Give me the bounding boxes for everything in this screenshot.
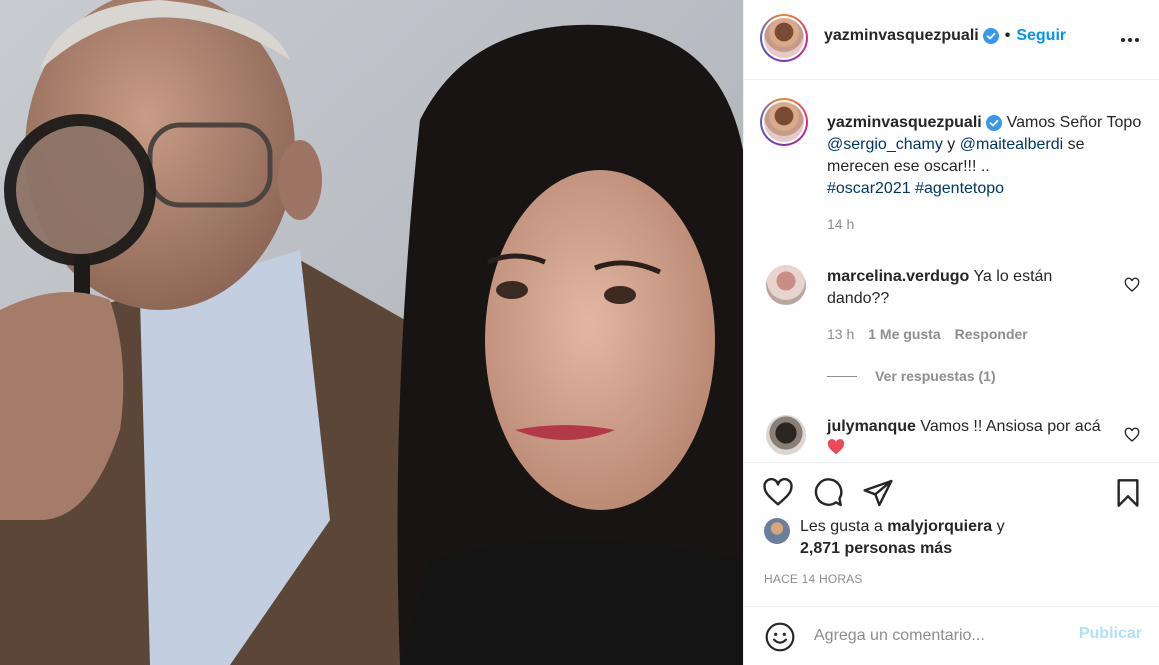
- author-avatar[interactable]: [760, 14, 808, 62]
- comment-likes-count[interactable]: 1 Me gusta: [868, 326, 940, 342]
- verified-badge-icon: [982, 27, 999, 45]
- caption-text-part: y: [947, 136, 956, 153]
- replies-divider: [827, 375, 857, 377]
- caption-username[interactable]: yazminvasquezpuali: [827, 114, 982, 131]
- commenter-username[interactable]: julymanque: [827, 418, 916, 435]
- hashtag-link[interactable]: #agentetopo: [915, 180, 1004, 197]
- red-heart-emoji-icon: [827, 439, 845, 457]
- caption-timestamp[interactable]: 14 h: [827, 216, 854, 232]
- header-username[interactable]: yazminvasquezpuali: [824, 27, 979, 45]
- post-modal: yazminvasquezpuali • Seguir yazminvasque…: [0, 0, 1159, 665]
- heart-icon[interactable]: [762, 477, 794, 509]
- mention-link[interactable]: @sergio_chamy: [827, 136, 943, 153]
- view-replies-label: Ver respuestas (1): [875, 368, 996, 384]
- post-photo-illustration: [0, 0, 743, 665]
- comment-input[interactable]: [814, 623, 1064, 649]
- liker-avatar[interactable]: [764, 518, 790, 544]
- comment-timestamp[interactable]: 13 h: [827, 326, 854, 342]
- post-header: yazminvasquezpuali • Seguir: [744, 0, 1159, 80]
- emoji-face-icon[interactable]: [764, 621, 796, 653]
- verified-badge-icon: [986, 114, 1003, 131]
- comment-text: julymanque Vamos !! Ansiosa por acá: [827, 416, 1107, 460]
- likes-conj: y: [996, 518, 1005, 535]
- comment-meta: 13 h 1 Me gusta Responder: [827, 326, 1028, 342]
- posted-timestamp[interactable]: HACE 14 HORAS: [764, 572, 863, 586]
- likes-text: Les gusta a malyjorquiera y 2,871 person…: [800, 516, 1130, 560]
- action-bar: [744, 462, 1159, 522]
- comment-like-heart-icon[interactable]: [1124, 427, 1140, 443]
- likes-prefix: Les gusta a: [800, 518, 883, 535]
- bookmark-icon[interactable]: [1112, 477, 1144, 509]
- hashtag-link[interactable]: #oscar2021: [827, 180, 911, 197]
- header-separator: •: [1004, 27, 1011, 44]
- commenter-avatar[interactable]: [766, 415, 806, 455]
- comment-like-heart-icon[interactable]: [1124, 277, 1140, 293]
- caption-text-part: Vamos Señor Topo: [1006, 114, 1142, 131]
- view-replies-button[interactable]: Ver respuestas (1): [827, 368, 996, 384]
- more-dots-icon[interactable]: [1118, 28, 1142, 52]
- paper-plane-icon[interactable]: [862, 477, 894, 509]
- comment-text: marcelina.verdugo Ya lo están dando??: [827, 266, 1107, 310]
- commenter-avatar[interactable]: [766, 265, 806, 305]
- commenter-username[interactable]: marcelina.verdugo: [827, 268, 969, 285]
- comment-body: Vamos !! Ansiosa por acá: [920, 418, 1101, 435]
- caption-avatar[interactable]: [760, 98, 808, 146]
- liker-username[interactable]: malyjorquiera: [887, 518, 992, 535]
- likes-count[interactable]: 2,871 personas más: [800, 540, 952, 557]
- comment-bubble-icon[interactable]: [812, 477, 844, 509]
- post-side-panel: yazminvasquezpuali • Seguir yazminvasque…: [743, 0, 1159, 665]
- header-author-line: yazminvasquezpuali • Seguir: [824, 27, 1066, 45]
- publish-button[interactable]: Publicar: [1079, 625, 1142, 643]
- follow-button[interactable]: Seguir: [1016, 27, 1066, 45]
- caption-text: yazminvasquezpuali Vamos Señor Topo @ser…: [827, 112, 1147, 200]
- mention-link[interactable]: @maitealberdi: [960, 136, 1063, 153]
- add-comment-bar: Publicar: [744, 606, 1159, 665]
- post-photo[interactable]: [0, 0, 743, 665]
- reply-button[interactable]: Responder: [955, 326, 1028, 342]
